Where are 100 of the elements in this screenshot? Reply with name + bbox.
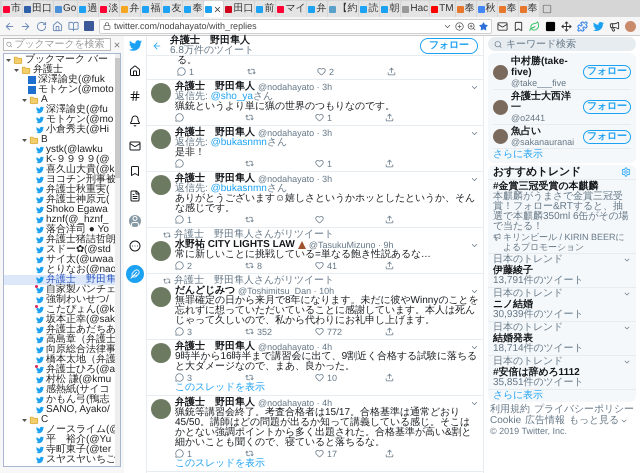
bookmark-item[interactable]: こたぴょん(@k [4, 305, 115, 315]
home-icon[interactable] [129, 65, 141, 77]
heart-icon[interactable] [315, 373, 324, 382]
folder-item[interactable]: ブックマーク バー [4, 55, 115, 65]
reply-icon[interactable] [175, 159, 184, 168]
heart-icon[interactable] [315, 215, 324, 224]
avatar-placeholder[interactable] [493, 100, 508, 114]
bookmark-item[interactable]: サイ太(@uwaa [4, 255, 115, 265]
browser-tab[interactable]: 弁 [120, 1, 140, 17]
bookmark-item[interactable]: 弁護士あだちあ [4, 325, 115, 335]
bookmark-icon[interactable] [129, 165, 141, 177]
bookmark-item[interactable]: 寺町東子(@ter [4, 445, 115, 455]
bird-icon[interactable] [128, 39, 142, 52]
zoom-icon[interactable] [467, 22, 476, 30]
trend-item[interactable]: 日本のトレンド ニノ結婚 30,939件のツイート [488, 288, 636, 322]
bookmark-item[interactable]: 深澤諭史(@fuk [4, 75, 115, 85]
bookmark-item[interactable]: Shoko Egawa [4, 205, 115, 215]
reply-icon[interactable] [175, 327, 184, 336]
share-icon[interactable] [387, 67, 396, 76]
bookmark-item[interactable]: 弁護士神原元( [4, 195, 115, 205]
bookmark-item[interactable]: 弁護士猪詰哲朗 [4, 235, 115, 245]
bookmark-item[interactable]: 弁護士ひろ(@a [4, 365, 115, 375]
user-name[interactable]: 魚占い [511, 126, 580, 137]
heart-icon[interactable] [315, 327, 324, 336]
bookmark-item[interactable]: 弁護士秋重実( [4, 185, 115, 195]
user-name[interactable]: 弁護士 野田隼人 [175, 82, 255, 92]
browser-tab[interactable]: 福 [141, 1, 162, 17]
retweet-icon[interactable] [245, 449, 254, 458]
avatar-icon[interactable] [129, 215, 141, 227]
bookmark-item[interactable]: K-９９９９(@ [4, 155, 115, 165]
close-icon[interactable] [213, 4, 222, 14]
avatar-placeholder[interactable] [151, 287, 171, 307]
browser-tab[interactable]: 淡 [99, 1, 120, 17]
reload-icon[interactable] [36, 20, 47, 32]
trend-item[interactable]: 日本のトレンド #安倍は辞めろ1112 35,851件のツイート [488, 356, 636, 390]
chevron-icon[interactable] [623, 256, 631, 264]
footer-link[interactable]: 広告情報 [525, 415, 566, 426]
browser-tab[interactable]: 弁 [307, 1, 328, 17]
bookmark-item[interactable]: モトケン(@mo [4, 115, 115, 125]
browser-tab[interactable]: 奉 [518, 1, 539, 17]
footer-link[interactable]: プライバシーポリシー [534, 404, 634, 415]
heart-icon[interactable] [315, 449, 324, 458]
bookmark-item[interactable]: 村松 謙(@kmu [4, 375, 115, 385]
share-icon[interactable] [385, 261, 394, 270]
folder-item[interactable]: C [4, 415, 115, 425]
heart-icon[interactable] [317, 67, 326, 76]
settings-icon[interactable] [621, 167, 631, 177]
reply-icon[interactable] [177, 67, 186, 76]
folder-item[interactable]: 弁護士 [4, 65, 115, 75]
bookmark-item[interactable]: 高島章（弁護士 [4, 335, 115, 345]
promoted-trend[interactable]: #金賞三冠受賞の本麒麟 本麒麟がうまさで金賞三冠受賞！フォロー&RTすると、抽選で本麒麟350ml 6缶がその場で当たる！ キリンビール / KIRIN BEERによるプロモーション [488, 180, 636, 254]
back-icon[interactable] [4, 20, 15, 32]
more-link[interactable]: もっと見る [569, 415, 620, 426]
address-field[interactable]: twitter.com/nodahayato/with_replies [99, 18, 492, 34]
browser-tab[interactable]: 奉 [183, 1, 204, 17]
folder-item[interactable]: A [4, 95, 115, 105]
share-icon[interactable] [385, 327, 394, 336]
user-name[interactable]: 中村勝(take-five) [511, 56, 580, 78]
heart-icon[interactable] [315, 113, 324, 122]
browser-tab[interactable]: 秋 [476, 1, 497, 17]
browser-tab[interactable]: マイ [276, 1, 306, 17]
bookmark-item[interactable]: 橋本太地（弁護 [4, 355, 115, 365]
bookmark-item[interactable]: 坂本正幸(@sak [4, 315, 115, 325]
browser-tab[interactable]: 過 [78, 1, 98, 17]
bookmark-item[interactable]: 小倉秀夫(@Hi [4, 125, 115, 135]
book-icon[interactable] [68, 20, 79, 32]
footer-link[interactable]: Cookie [490, 415, 522, 426]
list-icon[interactable] [129, 190, 141, 202]
bookmark-item[interactable]: 深澤諭史(@fu [4, 105, 115, 115]
chevron-icon[interactable] [623, 358, 631, 366]
avatar-placeholder[interactable] [493, 129, 508, 144]
bookmark-item[interactable]: 落合洋司 ● Yo [4, 225, 115, 235]
chevron-icon[interactable] [623, 290, 631, 298]
chevron-icon[interactable] [623, 324, 631, 332]
browser-tab[interactable]: Hac [401, 1, 430, 17]
bookmark-item[interactable]: 弁護士 野田隼 [4, 275, 115, 285]
browser-tab[interactable]: TM [430, 1, 455, 17]
browser-tab[interactable]: Go [54, 1, 78, 17]
avatar-placeholder[interactable] [493, 64, 508, 80]
bird-icon[interactable] [593, 20, 604, 32]
browser-tab[interactable]: 奉 [456, 1, 476, 17]
reply-icon[interactable] [175, 449, 184, 458]
reply-icon[interactable] [175, 261, 184, 270]
bookmark-item[interactable]: SANO, Ayako/ [4, 405, 115, 415]
mail-icon[interactable] [129, 140, 141, 152]
avatar-placeholder[interactable] [151, 241, 171, 261]
share-icon[interactable] [385, 449, 394, 458]
retweet-icon[interactable] [245, 159, 254, 168]
browser-tab[interactable]: 友 [162, 1, 182, 17]
more-icon[interactable] [129, 240, 141, 252]
reply-icon[interactable] [175, 215, 184, 224]
avatar-icon[interactable] [625, 20, 636, 32]
bookmark-item[interactable]: とりなお(@nao [4, 265, 115, 275]
bookmark-item[interactable]: モトケン(@moto [4, 85, 115, 95]
bookmark-item[interactable]: かもん弓(鴨志 [4, 395, 115, 405]
retweet-icon[interactable] [247, 67, 256, 76]
user-name[interactable]: 弁護士 野田隼人 [175, 398, 255, 408]
move-icon[interactable] [561, 20, 572, 32]
reply-icon[interactable] [175, 113, 184, 122]
user-name[interactable]: 弁護士 野田隼人 [175, 342, 255, 352]
